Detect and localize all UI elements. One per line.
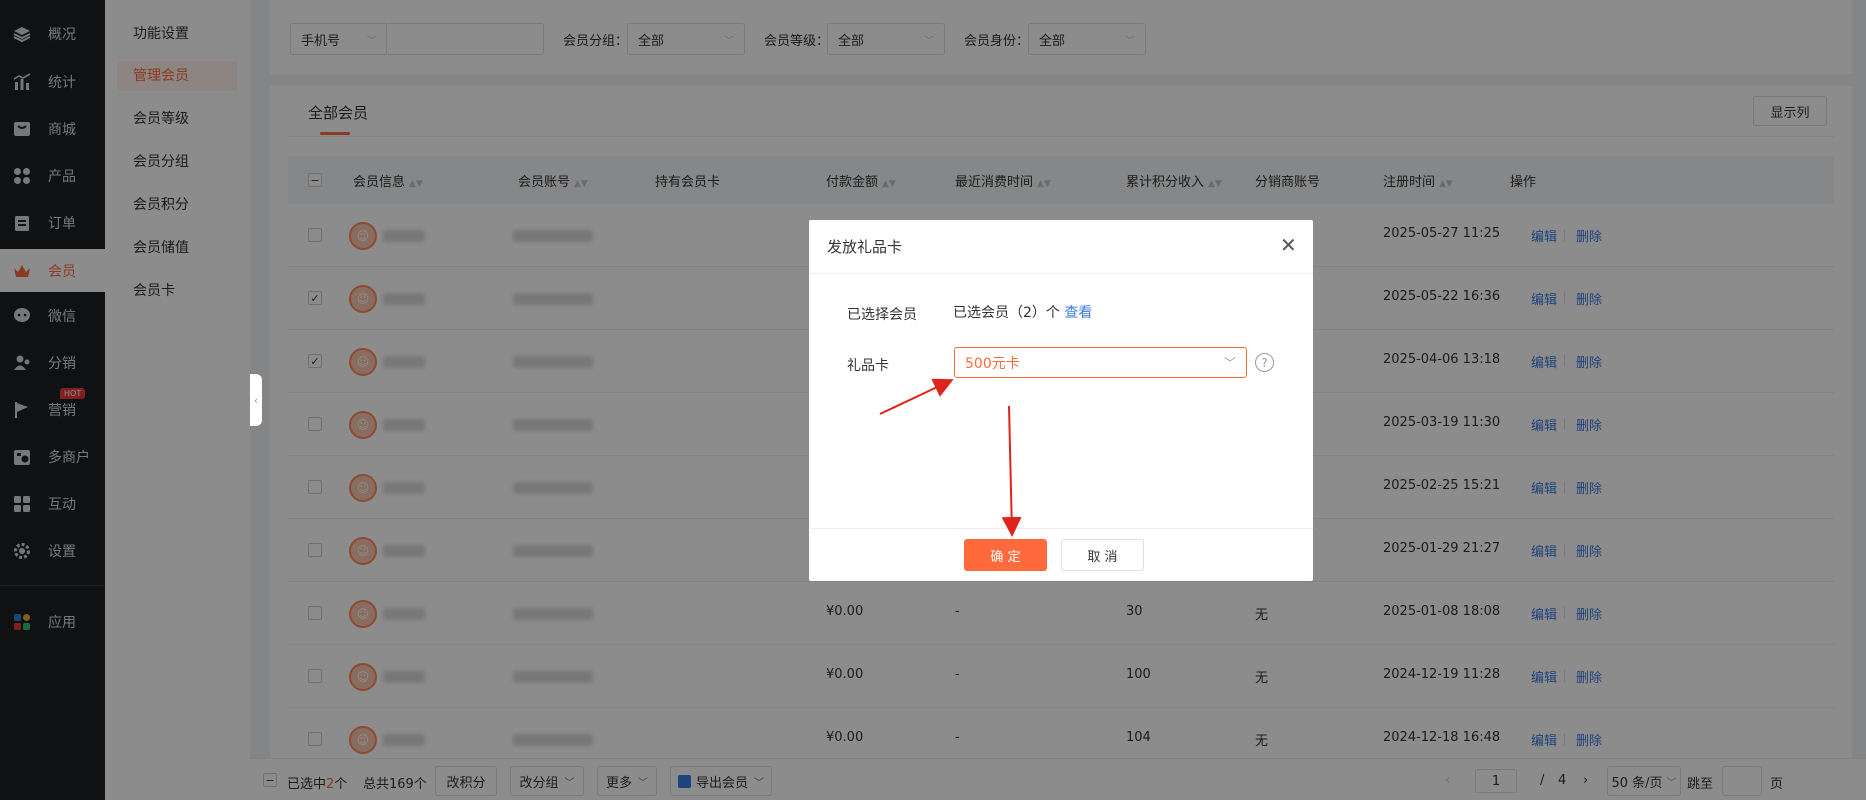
gift-card-value: 500元卡 [965,355,1020,372]
help-icon[interactable]: ? [1255,353,1274,372]
gift-card-label: 礼品卡 [847,358,889,374]
close-icon[interactable]: ✕ [1280,235,1297,255]
view-link[interactable]: 查看 [1064,305,1092,321]
collapse-subnav-toggle[interactable]: ‹ [250,374,262,426]
selected-members-text: 已选会员（2）个 查看 [953,305,1093,321]
cancel-button[interactable]: 取 消 [1061,539,1144,571]
gift-card-dialog: 发放礼品卡 ✕ 已选择会员 已选会员（2）个 查看 礼品卡 500元卡 ﹀ ? … [809,220,1313,581]
gift-card-select[interactable]: 500元卡 ﹀ [954,347,1247,378]
confirm-button[interactable]: 确 定 [964,539,1047,571]
dialog-header-divider [809,273,1313,274]
dialog-footer-divider [809,528,1313,529]
chevron-down-icon: ﹀ [1223,356,1236,370]
selected-members-label: 已选择会员 [847,307,917,323]
chevron-left-icon: ‹ [253,393,259,407]
dialog-title: 发放礼品卡 [827,238,903,256]
